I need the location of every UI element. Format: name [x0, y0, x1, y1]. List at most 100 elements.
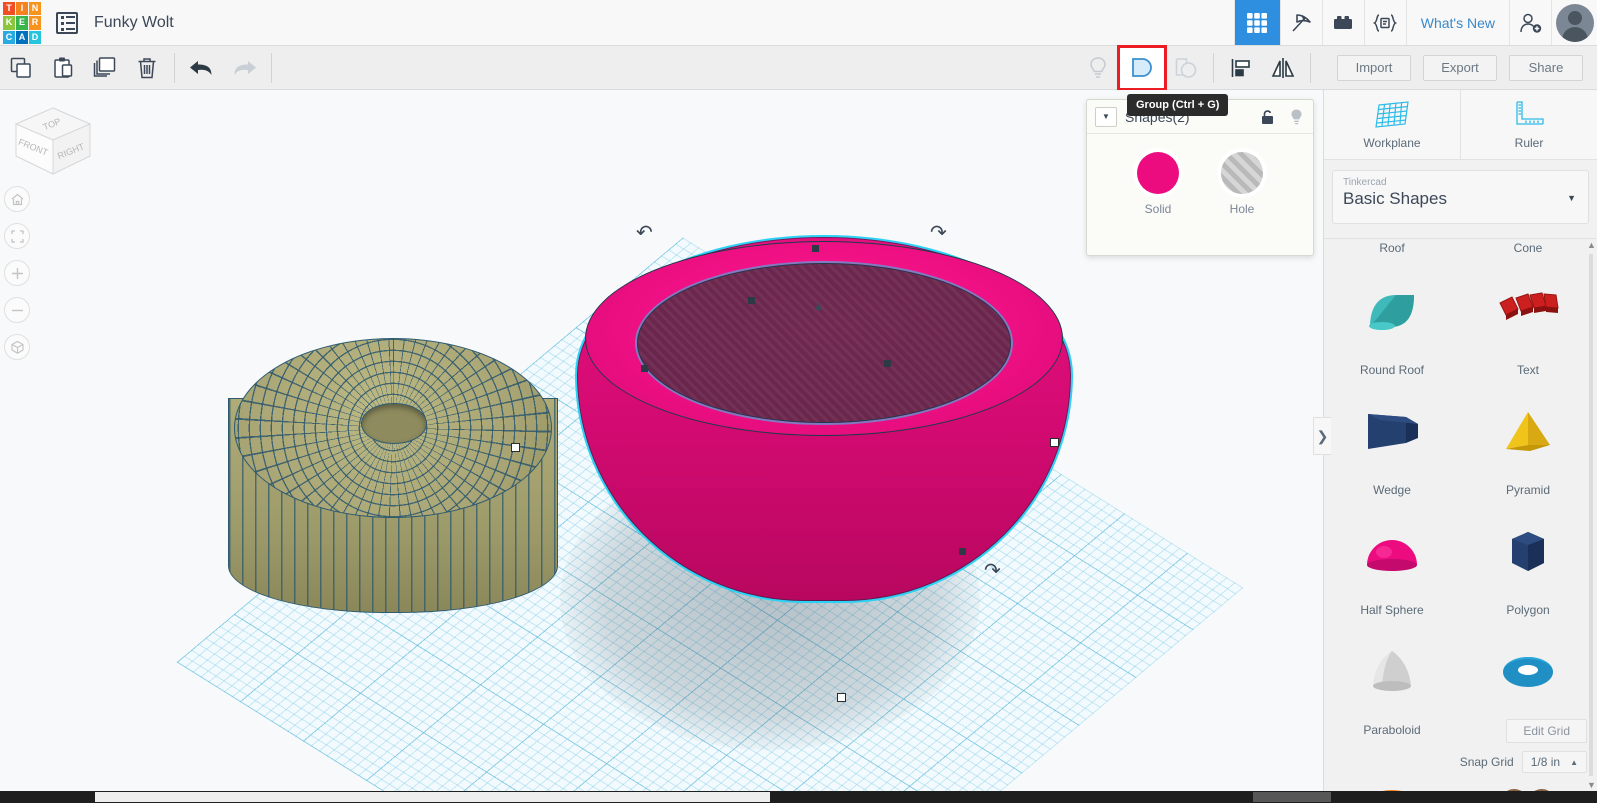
grid-controls: Edit Grid Snap Grid 1/8 in ▲: [1327, 719, 1587, 773]
whats-new-button[interactable]: What's New: [1405, 0, 1509, 45]
gallery-button[interactable]: [1233, 0, 1280, 45]
shape-library-grid[interactable]: Roof Cone Round Roof Text Wedge Pyramid …: [1324, 238, 1596, 793]
scrollbar-thumb-right[interactable]: [1253, 792, 1331, 802]
code-brackets-icon: [1372, 11, 1398, 35]
shape-item-text[interactable]: Text: [1460, 263, 1596, 383]
logo-tile-i: I: [16, 2, 28, 16]
undo-icon: [187, 55, 217, 81]
logo-tile-e: E: [16, 16, 28, 30]
rotate-handle-left[interactable]: ↶: [636, 220, 653, 245]
rotate-handle-bottom[interactable]: ↷: [984, 558, 1001, 583]
codeblocks-button[interactable]: [1363, 0, 1406, 45]
rotate-handle-right[interactable]: ↷: [930, 220, 947, 245]
scale-handle-mid-right[interactable]: [884, 360, 891, 367]
unlock-icon[interactable]: [1259, 108, 1276, 126]
history-group: [181, 46, 265, 90]
pink-bowl-object[interactable]: [575, 235, 1075, 605]
ungroup-button[interactable]: [1165, 46, 1207, 90]
show-hide-button[interactable]: [1077, 46, 1119, 90]
scale-handle-mid-bottom-right[interactable]: [959, 548, 966, 555]
duplicate-button[interactable]: [84, 46, 126, 90]
hole-option[interactable]: Hole: [1221, 152, 1263, 216]
home-icon: [10, 192, 25, 207]
zoom-out-button[interactable]: [4, 297, 30, 323]
sidebar-scrollbar[interactable]: ▲ ▼: [1587, 240, 1596, 790]
perspective-toggle-button[interactable]: [4, 334, 30, 360]
mirror-button[interactable]: [1262, 46, 1304, 90]
group-button[interactable]: [1117, 44, 1167, 91]
hole-pattern-swatch[interactable]: [1221, 152, 1263, 194]
invite-button[interactable]: [1509, 0, 1551, 45]
copy-button[interactable]: [0, 46, 42, 90]
trash-icon: [134, 55, 160, 81]
scale-handle-bottom[interactable]: [837, 693, 846, 702]
paste-button[interactable]: [42, 46, 84, 90]
voxel-cylinder-object[interactable]: [228, 338, 573, 628]
move-handle-center[interactable]: [748, 297, 755, 304]
fit-view-button[interactable]: [4, 223, 30, 249]
shape-item-roof[interactable]: Roof: [1324, 239, 1460, 263]
scale-handle-right[interactable]: [1050, 438, 1059, 447]
shape-item-polygon[interactable]: Polygon: [1460, 503, 1596, 623]
add-user-icon: [1518, 11, 1544, 35]
solid-option[interactable]: Solid: [1137, 152, 1179, 216]
undo-button[interactable]: [181, 46, 223, 90]
align-button[interactable]: [1220, 46, 1262, 90]
tinkercad-editor: TINKERCAD Funky Wolt What's New Import E…: [0, 0, 1597, 803]
group-icon: [1128, 54, 1156, 82]
ruler-tool-label: Ruler: [1514, 136, 1544, 150]
shape-row-1: Round Roof Text: [1324, 263, 1596, 383]
sidebar-collapse-button[interactable]: ❯: [1313, 417, 1331, 455]
project-list-icon[interactable]: [56, 12, 78, 34]
scale-handle-left[interactable]: [511, 443, 520, 452]
ruler-tool[interactable]: Ruler: [1460, 90, 1597, 159]
home-view-button[interactable]: [4, 186, 30, 212]
shape-label: Cone: [1513, 241, 1543, 255]
shape-item-half-sphere[interactable]: Half Sphere: [1324, 503, 1460, 623]
avatar[interactable]: [1551, 0, 1597, 45]
toolbar-divider: [174, 52, 175, 83]
collapse-panel-button[interactable]: ▼: [1095, 106, 1117, 127]
lightbulb-icon[interactable]: [1288, 108, 1305, 126]
zoom-in-button[interactable]: [4, 260, 30, 286]
lightbulb-icon: [1086, 55, 1110, 81]
tinkercad-logo[interactable]: TINKERCAD: [2, 1, 42, 45]
toolbar-divider-4: [1310, 52, 1311, 83]
delete-button[interactable]: [126, 46, 168, 90]
toolbar-right-group: Import Export Share: [1077, 44, 1597, 91]
round-roof-shape-icon: [1324, 263, 1460, 361]
solid-color-swatch[interactable]: [1137, 152, 1179, 194]
shape-label: Wedge: [1373, 483, 1411, 497]
shape-item-round-roof[interactable]: Round Roof: [1324, 263, 1460, 383]
redo-button[interactable]: [223, 46, 265, 90]
height-handle-top[interactable]: [812, 245, 819, 252]
export-button[interactable]: Export: [1423, 54, 1497, 81]
import-button[interactable]: Import: [1337, 54, 1411, 81]
edit-grid-button[interactable]: Edit Grid: [1506, 719, 1587, 743]
shape-item-cone[interactable]: Cone: [1460, 239, 1596, 263]
scrollbar-thumb-left[interactable]: [95, 792, 770, 802]
snap-grid-select[interactable]: 1/8 in ▲: [1521, 751, 1587, 773]
library-name-label: Basic Shapes: [1343, 189, 1447, 208]
scroll-up-arrow[interactable]: ▲: [1587, 240, 1596, 250]
share-button[interactable]: Share: [1509, 54, 1583, 81]
snap-grid-value: 1/8 in: [1530, 755, 1561, 769]
shape-item-pyramid[interactable]: Pyramid: [1460, 383, 1596, 503]
scrollbar-track[interactable]: [1589, 254, 1593, 776]
duplicate-icon: [91, 55, 119, 81]
shape-item-wedge[interactable]: Wedge: [1324, 383, 1460, 503]
shape-label: Round Roof: [1359, 363, 1425, 377]
pickaxe-icon: [1289, 11, 1313, 35]
blocks-button[interactable]: [1321, 0, 1364, 45]
clipboard-group: [0, 46, 168, 90]
hole-label: Hole: [1229, 202, 1255, 216]
scale-handle-mid-left[interactable]: [641, 365, 648, 372]
view-cube[interactable]: TOP FRONT RIGHT: [8, 102, 98, 188]
height-arrow-icon: ▲: [812, 298, 825, 313]
scroll-down-arrow[interactable]: ▼: [1587, 780, 1596, 790]
library-owner-label: Tinkercad: [1343, 177, 1387, 188]
horizontal-scrollbar[interactable]: [0, 791, 1597, 803]
shape-library-select[interactable]: Tinkercad Basic Shapes ▼: [1332, 170, 1589, 224]
learn-button[interactable]: [1279, 0, 1322, 45]
workplane-tool[interactable]: Workplane: [1324, 90, 1460, 159]
